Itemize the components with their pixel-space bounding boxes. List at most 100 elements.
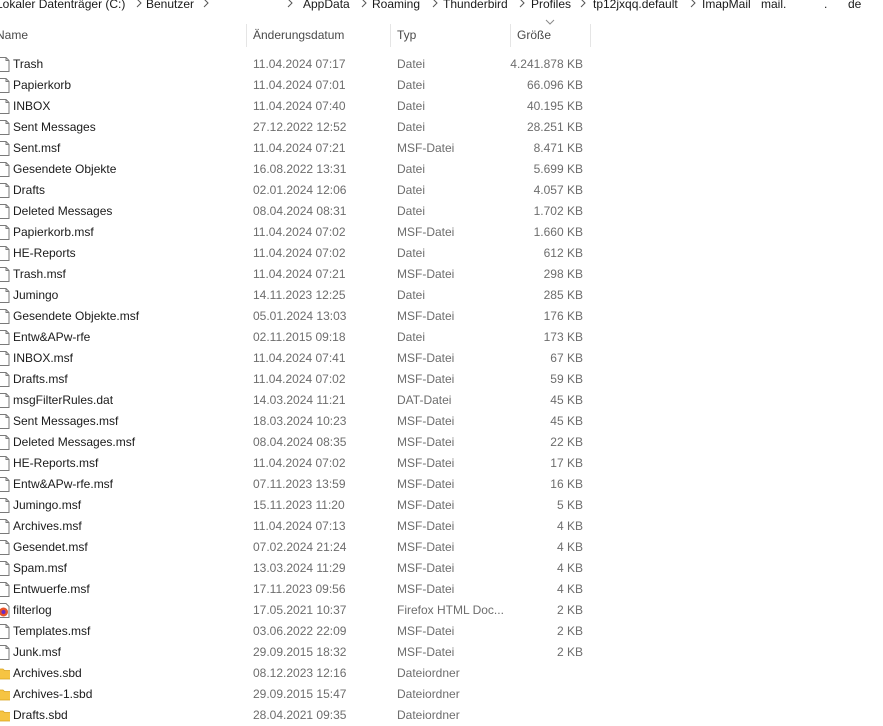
file-row[interactable]: Entwuerfe.msf 17.11.2023 09:56 MSF-Datei 4 … (0, 579, 883, 600)
chevron-right-icon[interactable] (578, 0, 588, 8)
column-divider[interactable] (590, 24, 591, 47)
breadcrumb-segment[interactable]: Benutzer (146, 0, 194, 11)
file-row[interactable]: Spam.msf 13.03.2024 11:29 MSF-Datei 4 KB (0, 558, 883, 579)
file-name: Drafts.msf (13, 372, 68, 386)
file-row[interactable]: filterlog 17.05.2021 10:37 Firefox HTML Do… (0, 600, 883, 621)
file-row[interactable]: Drafts.sbd 28.04.2021 09:35 Dateiordner (0, 705, 883, 726)
file-row[interactable]: Deleted Messages.msf 08.04.2024 08:35 MSF-… (0, 432, 883, 453)
file-row[interactable]: Trash 11.04.2024 07:17 Datei 4.241.878 KB (0, 54, 883, 75)
file-name: Trash.msf (13, 267, 66, 281)
file-size: 176 KB (543, 309, 583, 323)
file-list: Trash 11.04.2024 07:17 Datei 4.241.878 KB Pa… (0, 54, 883, 726)
column-divider[interactable] (390, 24, 391, 47)
breadcrumb-segment[interactable]: AppData (303, 0, 350, 11)
file-size: 59 KB (550, 372, 583, 386)
file-row[interactable]: Sent Messages.msf 18.03.2024 10:23 MSF-Dat… (0, 411, 883, 432)
file-row[interactable]: Archives-1.sbd 29.09.2015 15:47 Dateiordne… (0, 684, 883, 705)
file-name: Entw&APw-rfe.msf (13, 477, 114, 491)
file-name: Archives.sbd (13, 666, 82, 680)
file-icon (0, 120, 10, 135)
file-icon (0, 456, 10, 471)
chevron-right-icon[interactable] (201, 0, 211, 8)
file-type: Datei (397, 183, 426, 197)
file-size: 298 KB (543, 267, 583, 281)
column-header-row: Name Änderungsdatum Typ Größe (0, 19, 883, 49)
breadcrumb-segment[interactable]: ImapMail (702, 0, 751, 11)
file-row[interactable]: Entw&APw-rfe.msf 07.11.2023 13:59 MSF-Date… (0, 474, 883, 495)
file-row[interactable]: Gesendete Objekte.msf 05.01.2024 13:03 MSF… (0, 306, 883, 327)
file-name: Gesendete Objekte.msf (13, 309, 140, 323)
column-header-size[interactable]: Größe (517, 22, 551, 49)
file-name: INBOX.msf (13, 351, 74, 365)
file-row[interactable]: Papierkorb 11.04.2024 07:01 Datei 66.096 KB (0, 75, 883, 96)
file-row[interactable]: Entw&APw-rfe 02.11.2015 09:18 Datei 173 KB (0, 327, 883, 348)
file-icon (0, 393, 10, 408)
file-row[interactable]: Sent Messages 27.12.2022 12:52 Datei 28.251… (0, 117, 883, 138)
file-name: Gesendet.msf (13, 540, 88, 554)
file-size: 4 KB (556, 582, 583, 596)
chevron-right-icon[interactable] (134, 0, 144, 8)
file-row[interactable]: HE-Reports.msf 11.04.2024 07:02 MSF-Datei 1… (0, 453, 883, 474)
breadcrumb-segment[interactable]: tp12jxqq.default (593, 0, 678, 11)
file-row[interactable]: Drafts.msf 11.04.2024 07:02 MSF-Datei 59 KB (0, 369, 883, 390)
breadcrumb-segment[interactable]: Roaming (372, 0, 420, 11)
file-row[interactable]: Archives.msf 11.04.2024 07:13 MSF-Datei 4 K… (0, 516, 883, 537)
file-modified-date: 02.01.2024 12:06 (253, 183, 347, 197)
file-modified-date: 08.04.2024 08:31 (253, 204, 347, 218)
file-row[interactable]: msgFilterRules.dat 14.03.2024 11:21 DAT-Da… (0, 390, 883, 411)
chevron-right-icon[interactable] (688, 0, 698, 8)
file-type: Dateiordner (397, 687, 460, 701)
file-type: MSF-Datei (397, 372, 455, 386)
file-row[interactable]: Jumingo 14.11.2023 12:25 Datei 285 KB (0, 285, 883, 306)
file-row[interactable]: Papierkorb.msf 11.04.2024 07:02 MSF-Datei 1… (0, 222, 883, 243)
file-row[interactable]: Gesendet.msf 07.02.2024 21:24 MSF-Datei 4 K… (0, 537, 883, 558)
breadcrumb-segment[interactable]: mail. (761, 0, 786, 11)
file-name: Sent.msf (13, 141, 61, 155)
file-type: MSF-Datei (397, 561, 455, 575)
breadcrumb-segment[interactable]: Thunderbird (443, 0, 508, 11)
file-row[interactable]: HE-Reports 11.04.2024 07:02 Datei 612 KB (0, 243, 883, 264)
column-header-date[interactable]: Änderungsdatum (253, 22, 344, 49)
file-row[interactable]: INBOX 11.04.2024 07:40 Datei 40.195 KB (0, 96, 883, 117)
file-modified-date: 11.04.2024 07:02 (253, 456, 346, 470)
chevron-right-icon[interactable] (430, 0, 440, 8)
breadcrumb-segment[interactable]: Profiles (531, 0, 571, 11)
column-divider[interactable] (246, 24, 247, 47)
file-name: HE-Reports (13, 246, 76, 260)
file-modified-date: 14.03.2024 11:21 (253, 393, 346, 407)
file-size: 22 KB (550, 435, 583, 449)
breadcrumb-segment[interactable]: . (824, 0, 827, 11)
breadcrumb-segment[interactable]: Lokaler Datenträger (C:) (0, 0, 125, 11)
file-row[interactable]: Drafts 02.01.2024 12:06 Datei 4.057 KB (0, 180, 883, 201)
file-row[interactable]: Sent.msf 11.04.2024 07:21 MSF-Datei 8.471 K… (0, 138, 883, 159)
file-size: 4 KB (556, 561, 583, 575)
file-row[interactable]: Templates.msf 03.06.2022 22:09 MSF-Datei 2 … (0, 621, 883, 642)
file-row[interactable]: Trash.msf 11.04.2024 07:21 MSF-Datei 298 KB (0, 264, 883, 285)
file-row[interactable]: INBOX.msf 11.04.2024 07:41 MSF-Datei 67 KB (0, 348, 883, 369)
column-divider[interactable] (510, 24, 511, 47)
file-name: Gesendete Objekte (13, 162, 117, 176)
file-icon (0, 288, 10, 303)
chevron-right-icon[interactable] (359, 0, 369, 8)
file-icon (0, 645, 10, 660)
column-header-name[interactable]: Name (0, 22, 28, 49)
file-type: MSF-Datei (397, 456, 455, 470)
file-row[interactable]: Junk.msf 29.09.2015 18:32 MSF-Datei 2 KB (0, 642, 883, 663)
file-modified-date: 29.09.2015 15:47 (253, 687, 347, 701)
file-row[interactable]: Archives.sbd 08.12.2023 12:16 Dateiordner (0, 663, 883, 684)
file-modified-date: 11.04.2024 07:02 (253, 372, 346, 386)
file-size (510, 663, 583, 684)
file-size: 4 KB (556, 540, 583, 554)
file-name: Deleted Messages.msf (13, 435, 136, 449)
file-row[interactable]: Deleted Messages 08.04.2024 08:31 Datei 1.7… (0, 201, 883, 222)
file-modified-date: 07.02.2024 21:24 (253, 540, 347, 554)
breadcrumb-segment[interactable]: de (848, 0, 861, 11)
chevron-right-icon[interactable] (285, 0, 295, 8)
file-row[interactable]: Gesendete Objekte 16.08.2022 13:31 Datei 5.… (0, 159, 883, 180)
column-header-type[interactable]: Typ (397, 22, 416, 49)
chevron-right-icon[interactable] (517, 0, 527, 8)
file-row[interactable]: Jumingo.msf 15.11.2023 11:20 MSF-Datei 5 KB (0, 495, 883, 516)
file-size: 8.471 KB (533, 141, 583, 155)
file-modified-date: 05.01.2024 13:03 (253, 309, 347, 323)
file-icon (0, 99, 10, 114)
